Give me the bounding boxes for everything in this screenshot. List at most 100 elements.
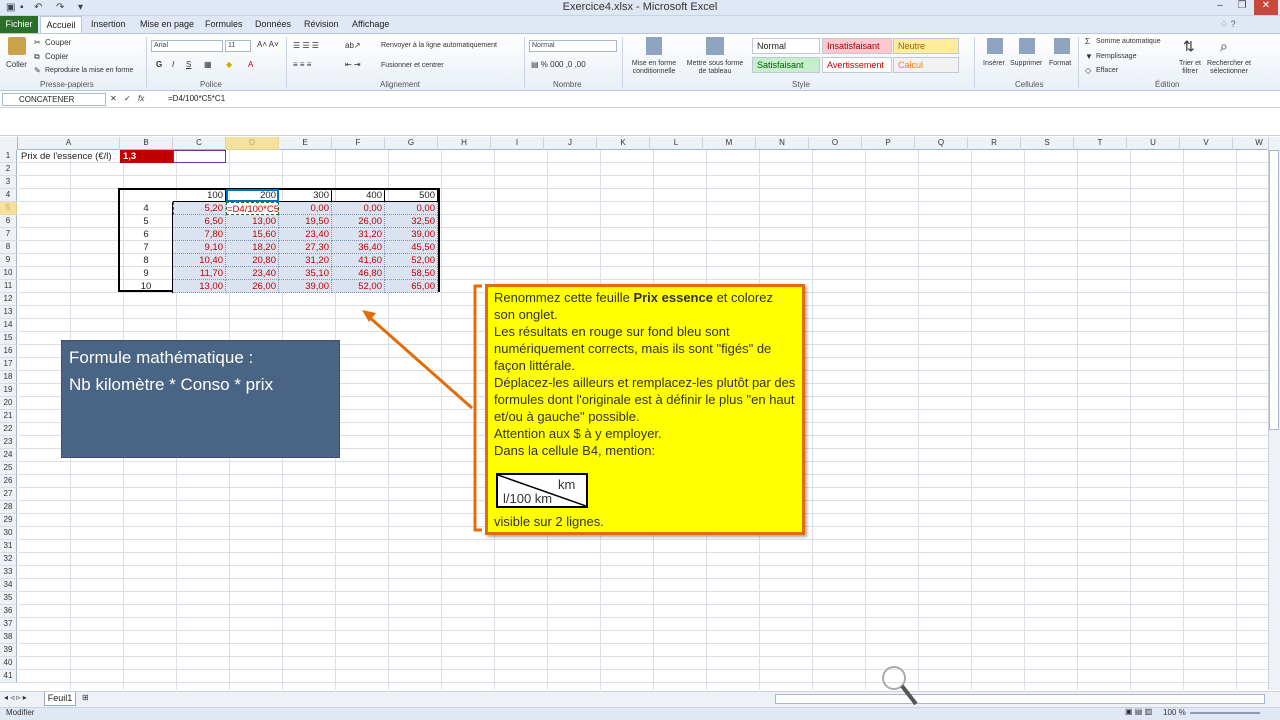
- column-header-j[interactable]: J: [544, 137, 597, 150]
- row-label-cell[interactable]: 8: [120, 254, 173, 267]
- header-cell[interactable]: 200: [226, 189, 279, 202]
- result-cell[interactable]: 15,60: [226, 228, 279, 241]
- format-cells-button[interactable]: Format: [1049, 60, 1071, 67]
- paste-button[interactable]: Coller: [6, 60, 27, 69]
- row-header-8[interactable]: 8: [0, 241, 17, 254]
- column-header-p[interactable]: P: [862, 137, 915, 150]
- row-header-40[interactable]: 40: [0, 657, 17, 670]
- row-header-37[interactable]: 37: [0, 618, 17, 631]
- column-header-e[interactable]: E: [279, 137, 332, 150]
- row-header-29[interactable]: 29: [0, 514, 17, 527]
- column-header-m[interactable]: M: [703, 137, 756, 150]
- row-header-31[interactable]: 31: [0, 540, 17, 553]
- italic-button[interactable]: I: [172, 60, 174, 69]
- font-size-combo[interactable]: 11: [225, 40, 251, 52]
- currency-icon[interactable]: ▤ % 000 ,0 ,00: [531, 60, 586, 69]
- borders-icon[interactable]: ▦: [204, 60, 212, 69]
- copy-button[interactable]: Copier: [45, 52, 69, 61]
- style-bad[interactable]: Insatisfaisant: [822, 38, 892, 54]
- font-name-combo[interactable]: Arial: [151, 40, 223, 52]
- row-header-24[interactable]: 24: [0, 449, 17, 462]
- row-header-20[interactable]: 20: [0, 397, 17, 410]
- tab-home[interactable]: Accueil: [40, 16, 82, 34]
- row-header-7[interactable]: 7: [0, 228, 17, 241]
- instruction-note[interactable]: Renommez cette feuille Prix essence et c…: [485, 284, 805, 535]
- minimize-icon[interactable]: –: [1208, 0, 1232, 15]
- result-cell[interactable]: 11,70: [173, 267, 226, 280]
- tab-data[interactable]: Données: [255, 19, 291, 29]
- excel-icon[interactable]: ▣: [6, 2, 15, 13]
- cut-button[interactable]: Couper: [45, 38, 71, 47]
- font-color-icon[interactable]: A: [248, 60, 253, 69]
- sheet-nav-icon[interactable]: ◂ ◃ ▹ ▸: [4, 693, 27, 702]
- row-header-28[interactable]: 28: [0, 501, 17, 514]
- row-header-16[interactable]: 16: [0, 345, 17, 358]
- row-header-41[interactable]: 41: [0, 670, 17, 683]
- result-cell[interactable]: 39,00: [385, 228, 438, 241]
- column-header-l[interactable]: L: [650, 137, 703, 150]
- result-cell[interactable]: 19,50: [279, 215, 332, 228]
- style-neutral[interactable]: Neutre: [893, 38, 959, 54]
- help-icon[interactable]: ♢ ?: [1220, 19, 1236, 30]
- clear-button[interactable]: Effacer: [1096, 67, 1118, 74]
- formula-bar-expanded[interactable]: [0, 108, 1280, 136]
- row-header-14[interactable]: 14: [0, 319, 17, 332]
- row-header-21[interactable]: 21: [0, 410, 17, 423]
- find-select-icon[interactable]: ⌕: [1220, 38, 1228, 55]
- result-cell[interactable]: 26,00: [226, 280, 279, 293]
- row-header-9[interactable]: 9: [0, 254, 17, 267]
- result-cell[interactable]: 0,00: [279, 202, 332, 215]
- delete-cells-button[interactable]: Supprimer: [1010, 60, 1042, 67]
- formula-input[interactable]: =D4/100*C5*C1: [168, 94, 225, 103]
- row-header-22[interactable]: 22: [0, 423, 17, 436]
- fill-color-icon[interactable]: ◆: [226, 60, 232, 69]
- result-cell[interactable]: 32,50: [385, 215, 438, 228]
- column-header-n[interactable]: N: [756, 137, 809, 150]
- grow-font-icon[interactable]: A˄ A˅: [257, 40, 279, 49]
- formula-textbox[interactable]: Formule mathématique : Nb kilomètre * Co…: [61, 340, 340, 458]
- row-header-38[interactable]: 38: [0, 631, 17, 644]
- cell-b1[interactable]: 1,3: [120, 150, 173, 163]
- result-cell[interactable]: 9,10: [173, 241, 226, 254]
- result-cell[interactable]: 7,80: [173, 228, 226, 241]
- row-header-3[interactable]: 3: [0, 176, 17, 189]
- fill-button[interactable]: Remplissage: [1096, 53, 1136, 60]
- save-icon[interactable]: ▪: [20, 2, 24, 13]
- row-header-17[interactable]: 17: [0, 358, 17, 371]
- header-cell[interactable]: 300: [279, 189, 332, 202]
- indent-icon[interactable]: ⇤ ⇥: [345, 60, 361, 69]
- result-cell[interactable]: 31,20: [332, 228, 385, 241]
- clear-icon[interactable]: ◇: [1085, 66, 1091, 75]
- cell-c1-reference[interactable]: [173, 150, 226, 163]
- row-header-25[interactable]: 25: [0, 462, 17, 475]
- header-cell[interactable]: 100: [173, 189, 226, 202]
- result-cell[interactable]: 35,10: [279, 267, 332, 280]
- result-cell[interactable]: 23,40: [279, 228, 332, 241]
- find-select-button[interactable]: Rechercher et sélectionner: [1204, 60, 1254, 76]
- cut-icon[interactable]: ✂: [34, 38, 41, 47]
- row-header-6[interactable]: 6: [0, 215, 17, 228]
- result-cell[interactable]: =D4/100*C5: [226, 202, 279, 215]
- result-cell[interactable]: 6,50: [173, 215, 226, 228]
- autosum-button[interactable]: Somme automatique: [1096, 38, 1161, 45]
- select-all-corner[interactable]: [0, 137, 18, 150]
- merge-center-button[interactable]: Fusionner et centrer: [381, 62, 444, 69]
- cancel-icon[interactable]: ✕: [110, 94, 117, 103]
- result-cell[interactable]: 18,20: [226, 241, 279, 254]
- row-header-35[interactable]: 35: [0, 592, 17, 605]
- column-header-f[interactable]: F: [332, 137, 385, 150]
- row-header-10[interactable]: 10: [0, 267, 17, 280]
- result-cell[interactable]: 20,80: [226, 254, 279, 267]
- format-painter-button[interactable]: Reproduire la mise en forme: [45, 67, 133, 74]
- column-header-u[interactable]: U: [1127, 137, 1180, 150]
- row-header-11[interactable]: 11: [0, 280, 17, 293]
- sort-filter-button[interactable]: Trier et filtrer: [1172, 60, 1208, 76]
- format-as-table-icon[interactable]: [706, 37, 724, 55]
- column-header-c[interactable]: C: [173, 137, 226, 150]
- undo-icon[interactable]: ↶: [34, 2, 42, 13]
- result-cell[interactable]: 23,40: [226, 267, 279, 280]
- tab-view[interactable]: Affichage: [352, 19, 389, 29]
- format-as-table-button[interactable]: Mettre sous forme de tableau: [683, 60, 747, 76]
- row-header-34[interactable]: 34: [0, 579, 17, 592]
- insert-cells-button[interactable]: Insérer: [983, 60, 1005, 67]
